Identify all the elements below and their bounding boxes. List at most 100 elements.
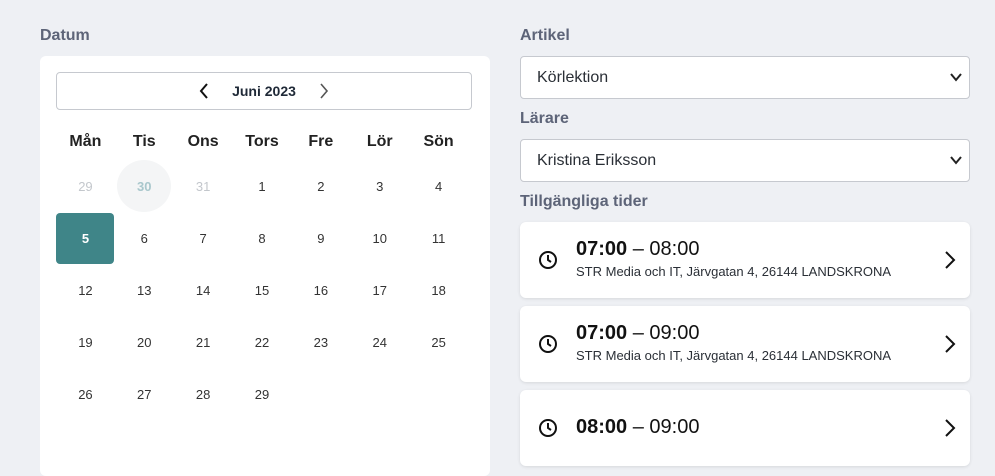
day-number: 11: [431, 230, 446, 246]
day-cell[interactable]: 25: [409, 316, 468, 368]
artikel-value: Körlektion: [537, 68, 609, 86]
slot-time-range: 07:00 – 08:00: [576, 238, 699, 261]
larare-select[interactable]: Kristina Eriksson: [520, 139, 970, 182]
day-cell[interactable]: 19: [56, 316, 115, 368]
calendar: Juni 2023 Mån Tis Ons Tors Fre Lör Sön 29 30 31 1…: [40, 56, 490, 476]
slot-start-time: 08:00: [576, 416, 628, 438]
slot-end-time: 09:00: [649, 416, 700, 438]
day-cell[interactable]: 11: [409, 212, 468, 264]
slot-location: STR Media och IT, Järvgatan 4, 26144 LAN…: [576, 348, 892, 363]
day-number: 10: [372, 230, 387, 246]
clock-icon: [539, 335, 557, 353]
day-cell[interactable]: 26: [56, 368, 115, 420]
artikel-select[interactable]: Körlektion: [520, 56, 970, 99]
day-number: 15: [254, 282, 270, 298]
day-cell[interactable]: 28: [174, 368, 233, 420]
day-number: 28: [195, 386, 211, 402]
time-slot-card[interactable]: 08:00 – 09:00: [520, 390, 970, 466]
time-slot-card[interactable]: 07:00 – 08:00 STR Media och IT, Järvgatan…: [520, 222, 970, 298]
slot-time-range: 07:00 – 09:00: [576, 322, 699, 345]
day-cell[interactable]: 2: [291, 160, 350, 212]
day-cell[interactable]: 16: [291, 264, 350, 316]
clock-icon: [539, 419, 557, 437]
prev-month-button[interactable]: [194, 81, 214, 101]
day-number: 31: [195, 178, 211, 194]
day-cell: 31: [174, 160, 233, 212]
day-number: 25: [431, 334, 446, 350]
day-cell[interactable]: 20: [115, 316, 174, 368]
day-number: 13: [137, 282, 152, 298]
day-cell[interactable]: 27: [115, 368, 174, 420]
weekday-label: Ons: [187, 133, 219, 150]
chevron-right-icon: [945, 251, 956, 269]
day-cell[interactable]: 6: [115, 212, 174, 264]
chevron-right-icon: [945, 335, 956, 353]
slot-time-separator: –: [627, 322, 650, 344]
day-number: 29: [254, 386, 270, 402]
chevron-right-icon: [320, 83, 328, 99]
tillgangliga-tider-label: Tillgängliga tider: [520, 193, 648, 210]
day-number: 7: [199, 230, 207, 246]
day-number: 2: [317, 178, 325, 194]
day-number: 26: [78, 386, 93, 402]
weekday-label: Mån: [69, 133, 102, 150]
clock-icon: [539, 251, 557, 269]
weekday-label: Sön: [423, 133, 454, 150]
day-cell[interactable]: 24: [350, 316, 409, 368]
day-cell[interactable]: 9: [291, 212, 350, 264]
day-number: 12: [78, 282, 93, 298]
day-cell[interactable]: 15: [233, 264, 292, 316]
weekday-label: Tis: [132, 133, 156, 150]
next-month-button[interactable]: [314, 81, 334, 101]
day-cell[interactable]: 3: [350, 160, 409, 212]
day-number: 18: [431, 282, 446, 298]
day-number: 14: [195, 282, 211, 298]
day-number: 29: [78, 178, 93, 194]
weekday-label: Tors: [245, 133, 279, 150]
slot-start-time: 07:00: [576, 238, 628, 260]
day-cell[interactable]: 17: [350, 264, 409, 316]
day-cell[interactable]: 14: [174, 264, 233, 316]
day-cell[interactable]: 29: [233, 368, 292, 420]
weekday-label: Lör: [366, 133, 393, 150]
month-label: Juni 2023: [232, 83, 296, 99]
slot-start-time: 07:00: [576, 322, 628, 344]
day-number: 8: [258, 230, 266, 246]
day-cell[interactable]: 13: [115, 264, 174, 316]
day-number: 1: [258, 178, 266, 194]
day-cell[interactable]: 8: [233, 212, 292, 264]
day-cell[interactable]: 1: [233, 160, 292, 212]
day-number: 30: [137, 178, 152, 194]
day-cell[interactable]: 4: [409, 160, 468, 212]
day-cell[interactable]: 18: [409, 264, 468, 316]
slot-time-separator: –: [627, 238, 650, 260]
chevron-down-icon: [950, 156, 962, 165]
day-cell[interactable]: 21: [174, 316, 233, 368]
day-cell[interactable]: 23: [291, 316, 350, 368]
day-cell-today[interactable]: 30: [115, 160, 174, 212]
time-slot-card[interactable]: 07:00 – 09:00 STR Media och IT, Järvgatan…: [520, 306, 970, 382]
day-number: 17: [372, 282, 387, 298]
larare-value: Kristina Eriksson: [537, 151, 657, 169]
day-cell[interactable]: 12: [56, 264, 115, 316]
day-number: 21: [195, 334, 211, 350]
day-number: 23: [313, 334, 329, 350]
day-cell[interactable]: 10: [350, 212, 409, 264]
day-number: 4: [434, 178, 443, 194]
chevron-right-icon: [945, 419, 956, 437]
day-cell-selected[interactable]: 5: [56, 212, 115, 264]
slot-end-time: 08:00: [649, 238, 700, 260]
day-cell: 29: [56, 160, 115, 212]
day-number: 20: [137, 334, 152, 350]
day-number: 16: [313, 282, 329, 298]
day-cell[interactable]: 22: [233, 316, 292, 368]
day-number: 9: [317, 230, 325, 246]
day-number: 24: [372, 334, 387, 350]
day-cell[interactable]: 7: [174, 212, 233, 264]
day-number: 27: [137, 386, 152, 402]
artikel-label: Artikel: [520, 27, 570, 44]
day-number: 22: [254, 334, 270, 350]
day-grid: 29 30 31 1 2 3 4 5 6 7 8 9 10 11 12 13 14 15 16 17 18 19 20 21 2…: [56, 160, 472, 420]
day-number: 5: [81, 230, 90, 246]
datum-label: Datum: [40, 27, 90, 44]
